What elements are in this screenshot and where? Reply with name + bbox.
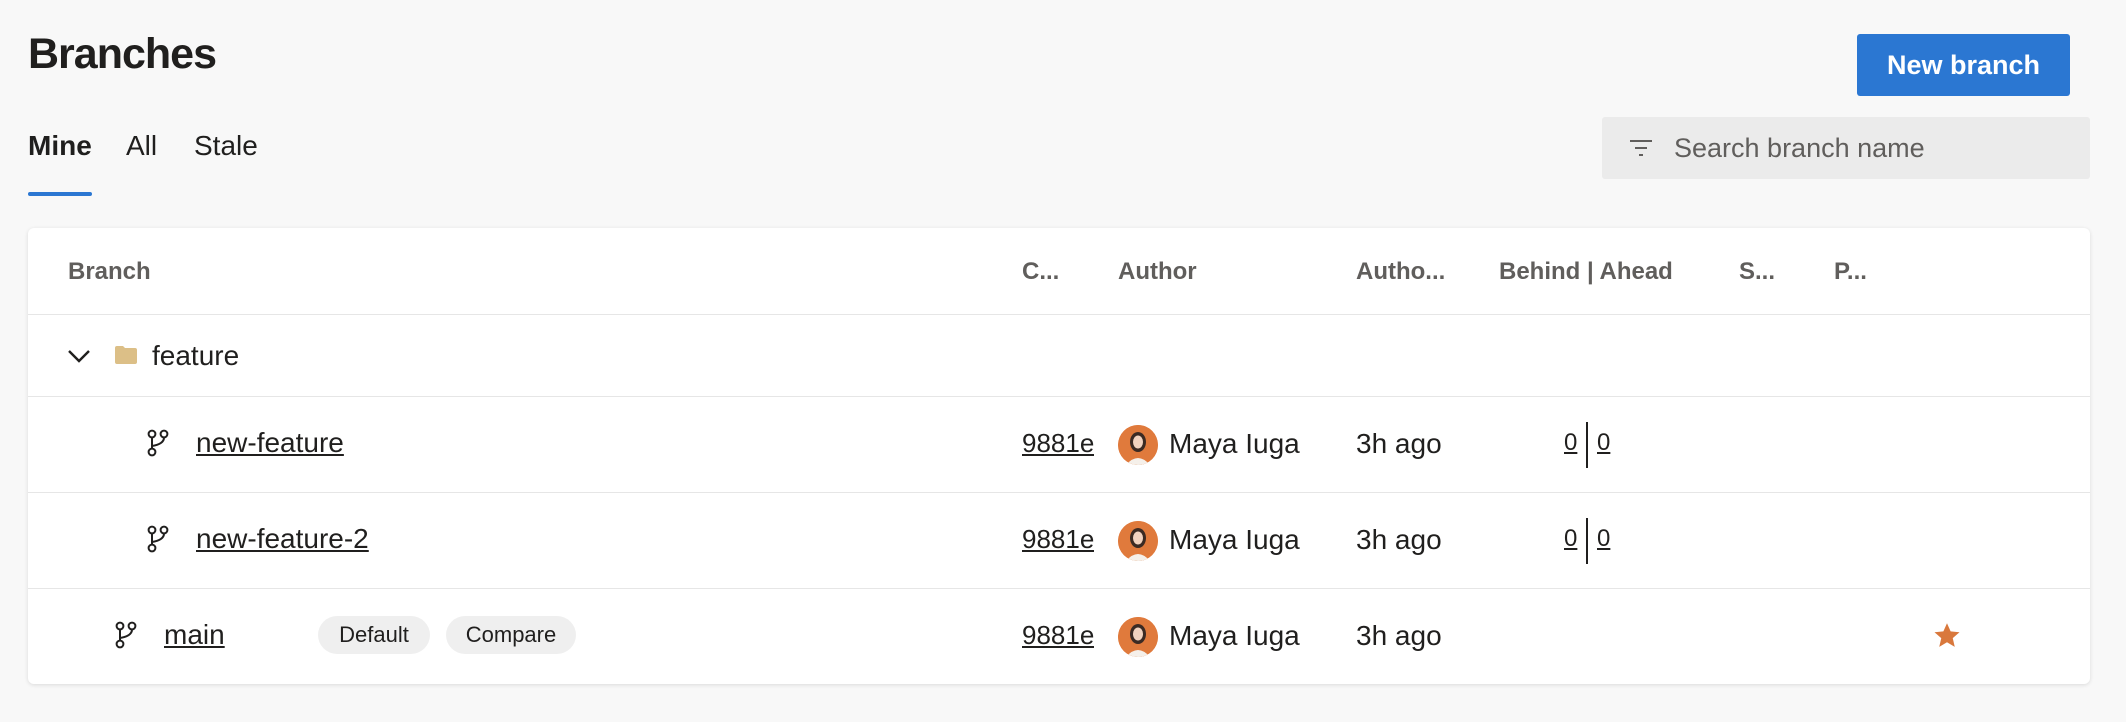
folder-row[interactable]: feature bbox=[28, 315, 2090, 397]
page-title: Branches bbox=[28, 30, 217, 78]
ahead-count[interactable]: 0 bbox=[1597, 429, 1610, 457]
default-badge: Default bbox=[318, 616, 430, 654]
filter-icon bbox=[1630, 140, 1652, 156]
compare-button[interactable]: Compare bbox=[446, 616, 576, 654]
new-branch-button[interactable]: New branch bbox=[1857, 34, 2070, 96]
branch-name-link[interactable]: new-feature-2 bbox=[196, 523, 369, 555]
column-header-status[interactable]: S... bbox=[1739, 258, 1775, 286]
tab-all[interactable]: All bbox=[126, 130, 157, 196]
avatar bbox=[1118, 425, 1158, 465]
folder-icon bbox=[115, 346, 137, 364]
column-header-authored[interactable]: Autho... bbox=[1356, 258, 1445, 286]
table-header: Branch C... Author Autho... Behind | Ahe… bbox=[28, 228, 2090, 315]
chevron-down-icon[interactable] bbox=[66, 345, 92, 367]
folder-name: feature bbox=[152, 340, 240, 371]
branch-icon bbox=[147, 429, 169, 457]
behind-ahead-divider bbox=[1586, 518, 1588, 564]
behind-count[interactable]: 0 bbox=[1564, 429, 1577, 457]
commit-link[interactable]: 9881e bbox=[1022, 428, 1094, 459]
table-row[interactable]: new-feature 9881e Maya Iuga 3h ago 0 0 bbox=[28, 397, 2090, 493]
avatar bbox=[1118, 617, 1158, 657]
ahead-count[interactable]: 0 bbox=[1597, 525, 1610, 553]
commit-link[interactable]: 9881e bbox=[1022, 620, 1094, 651]
column-header-pull-request[interactable]: P... bbox=[1834, 258, 1867, 286]
branch-icon bbox=[115, 621, 137, 649]
authored-time: 3h ago bbox=[1356, 524, 1442, 555]
search-box[interactable] bbox=[1602, 117, 2090, 179]
table-row[interactable]: new-feature-2 9881e Maya Iuga 3h ago 0 0 bbox=[28, 493, 2090, 589]
commit-link[interactable]: 9881e bbox=[1022, 524, 1094, 555]
branches-page: Branches New branch Mine All Stale Branc… bbox=[0, 0, 2126, 722]
star-icon[interactable] bbox=[1932, 621, 1962, 651]
author-name: Maya Iuga bbox=[1169, 620, 1300, 651]
column-header-author[interactable]: Author bbox=[1118, 258, 1197, 286]
column-header-commit[interactable]: C... bbox=[1022, 258, 1059, 286]
column-header-behind-ahead[interactable]: Behind | Ahead bbox=[1499, 258, 1673, 286]
branch-icon bbox=[147, 525, 169, 553]
branch-name-link[interactable]: main bbox=[164, 619, 225, 651]
table-row[interactable]: main Default Compare 9881e Maya Iuga 3h … bbox=[28, 589, 2090, 684]
tab-mine[interactable]: Mine bbox=[28, 130, 92, 196]
author-name: Maya Iuga bbox=[1169, 428, 1300, 459]
authored-time: 3h ago bbox=[1356, 620, 1442, 651]
search-input[interactable] bbox=[1674, 117, 2074, 179]
tab-stale[interactable]: Stale bbox=[194, 130, 258, 196]
behind-ahead-divider bbox=[1586, 422, 1588, 468]
branches-table: Branch C... Author Autho... Behind | Ahe… bbox=[28, 228, 2090, 684]
author-name: Maya Iuga bbox=[1169, 524, 1300, 555]
avatar bbox=[1118, 521, 1158, 561]
authored-time: 3h ago bbox=[1356, 428, 1442, 459]
branch-name-link[interactable]: new-feature bbox=[196, 427, 344, 459]
behind-count[interactable]: 0 bbox=[1564, 525, 1577, 553]
column-header-branch[interactable]: Branch bbox=[68, 258, 151, 286]
